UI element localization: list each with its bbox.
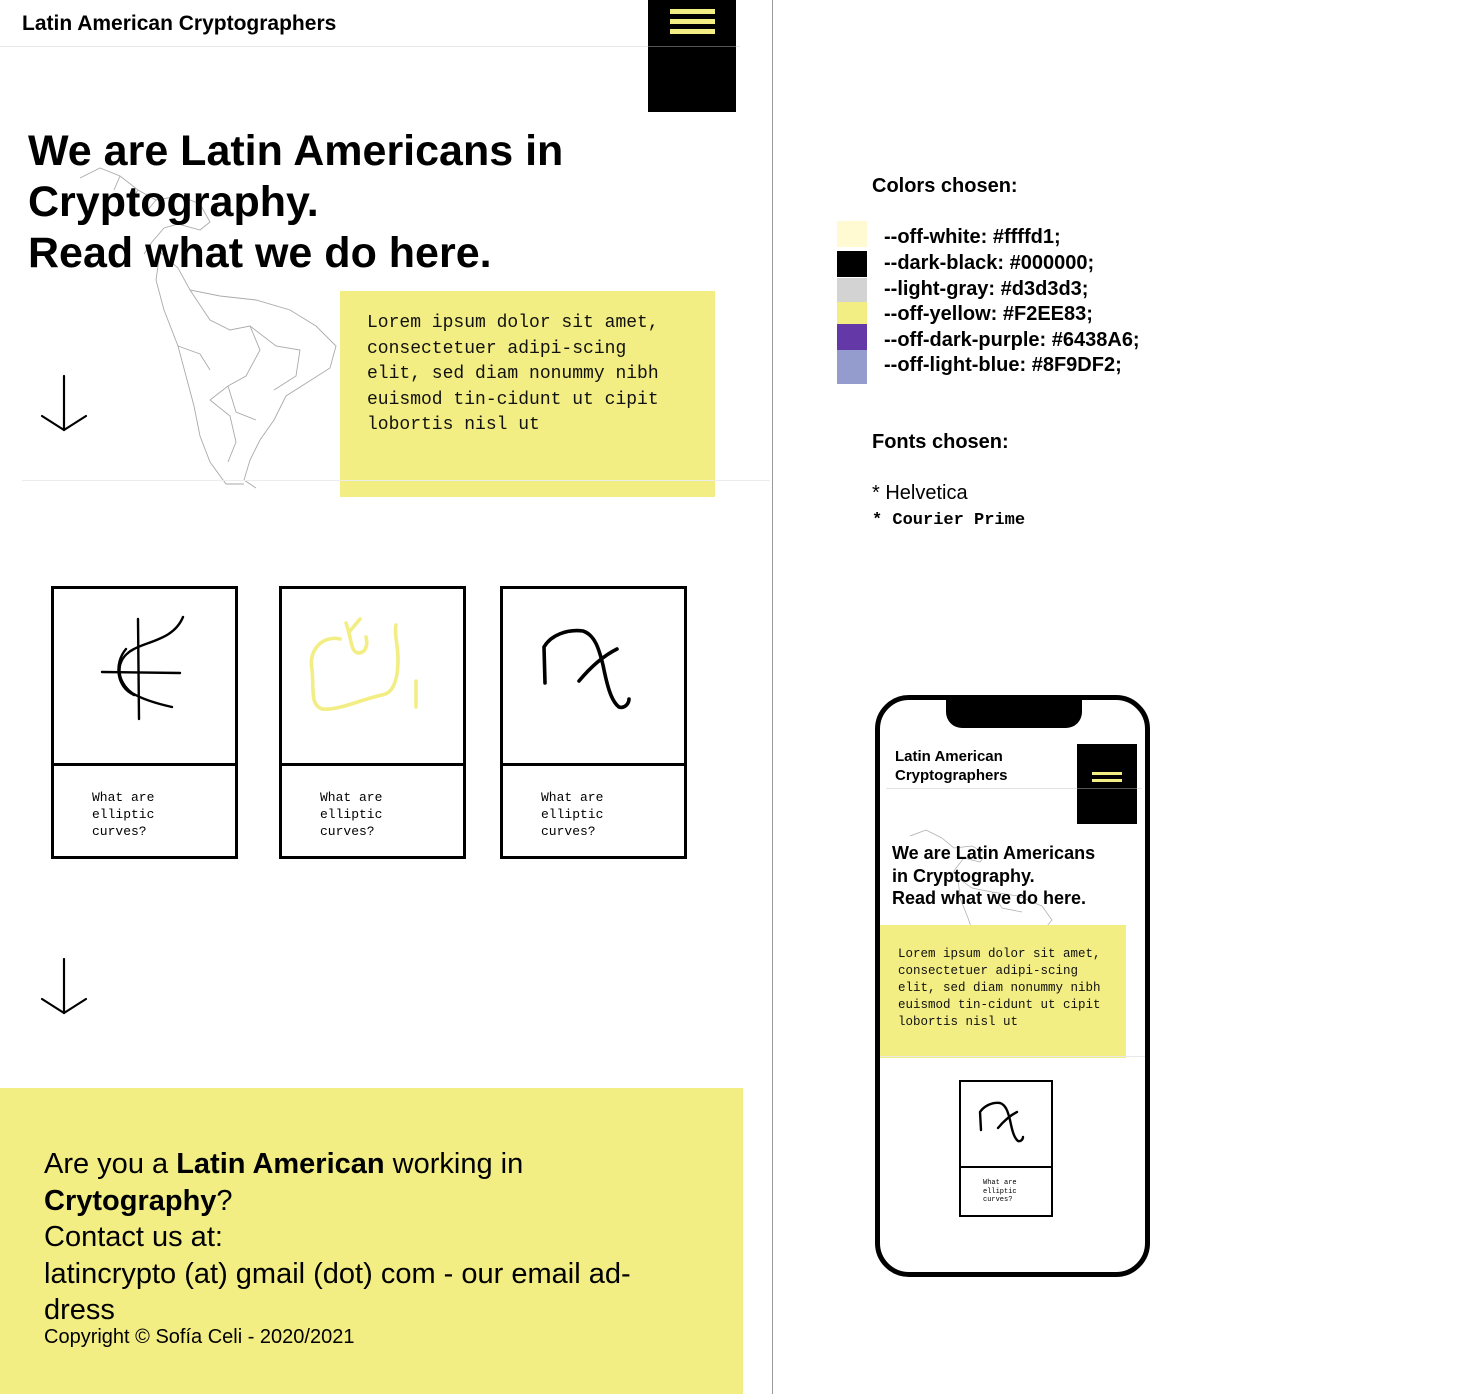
colors-heading: Colors chosen: (872, 175, 1018, 197)
color-label: --off-light-blue: #8F9DF2; (884, 354, 1122, 376)
hero-line-1: We are Latin Americans (892, 843, 1096, 863)
menu-divider (648, 46, 736, 47)
down-arrow-icon[interactable] (38, 372, 88, 434)
desktop-mockup: Latin American Cryptographers We are Lat… (0, 0, 773, 1394)
hero-line-1: We are Latin Americans in (28, 127, 564, 175)
article-card[interactable]: What are elliptic curves? (959, 1080, 1053, 1217)
phone-notch (946, 700, 1082, 728)
color-swatch (837, 221, 867, 247)
footer: Are you a Latin American working in Cryt… (0, 1088, 743, 1394)
down-arrow-icon[interactable] (38, 955, 88, 1017)
site-title[interactable]: Latin American Cryptographers (895, 747, 1065, 785)
cta-bold-text: Latin American (176, 1148, 385, 1180)
section-divider (880, 1056, 1145, 1057)
card-caption: What are elliptic curves? (983, 1179, 1017, 1204)
intro-text-box: Lorem ipsum dolor sit amet, consectetuer… (880, 925, 1126, 1058)
glyph-icon (54, 589, 235, 766)
header-divider (0, 46, 740, 47)
hero-heading: We are Latin Americans in Cryptography. … (892, 842, 1132, 910)
copyright: Copyright © Sofía Celi - 2020/2021 (44, 1326, 355, 1348)
color-label: --off-white: #ffffd1; (884, 226, 1061, 248)
contact-label: Contact us at: (44, 1221, 223, 1253)
hamburger-menu-icon (670, 9, 715, 39)
cta-text: ? (216, 1184, 233, 1217)
menu-button[interactable] (648, 0, 736, 112)
card-caption: What are elliptic curves? (92, 790, 155, 839)
hero-line-3[interactable]: Read what we do here. (28, 228, 748, 279)
hero-line-2: Cryptography. (28, 178, 319, 226)
contact-email[interactable]: latincrypto (at) gmail (dot) com - our e… (44, 1258, 631, 1327)
section-divider (22, 480, 770, 481)
intro-text-box: Lorem ipsum dolor sit amet, consectetuer… (340, 291, 715, 497)
card-caption: What are elliptic curves? (541, 790, 604, 839)
article-card[interactable]: What are elliptic curves? (500, 586, 687, 859)
hero-line-3[interactable]: Read what we do here. (892, 887, 1132, 910)
color-swatch (837, 278, 867, 304)
card-caption: What are elliptic curves? (320, 790, 383, 839)
color-label: --dark-black: #000000; (884, 252, 1095, 274)
menu-button[interactable] (1077, 744, 1137, 824)
phone-mockup: Latin American Cryptographers We are Lat… (875, 695, 1150, 1277)
glyph-icon (282, 589, 463, 766)
menu-divider (1077, 788, 1137, 789)
cta-text: Are you a (44, 1148, 177, 1180)
color-swatch (837, 324, 867, 350)
color-swatch (837, 350, 867, 384)
site-title[interactable]: Latin American Cryptographers (22, 12, 336, 36)
glyph-icon (961, 1082, 1051, 1168)
cta-text: working in (384, 1148, 524, 1180)
article-card[interactable]: What are elliptic curves? (279, 586, 466, 859)
glyph-icon (503, 589, 684, 766)
color-label: --off-dark-purple: #6438A6; (884, 329, 1140, 351)
fonts-heading: Fonts chosen: (872, 431, 1009, 453)
hamburger-menu-icon (1092, 772, 1122, 786)
article-card[interactable]: What are elliptic curves? (51, 586, 238, 859)
font-item: * Helvetica (872, 482, 968, 504)
font-item: * Courier Prime (872, 511, 1026, 530)
color-swatch (837, 251, 867, 277)
cta-bold-text: Crytography (44, 1184, 217, 1217)
hero-line-2: in Cryptography. (892, 865, 1035, 886)
color-label: --off-yellow: #F2EE83; (884, 303, 1093, 325)
color-label: --light-gray: #d3d3d3; (884, 278, 1089, 300)
hero-heading: We are Latin Americans in Cryptography. … (28, 126, 748, 279)
footer-cta: Are you a Latin American working in Cryt… (44, 1146, 684, 1329)
